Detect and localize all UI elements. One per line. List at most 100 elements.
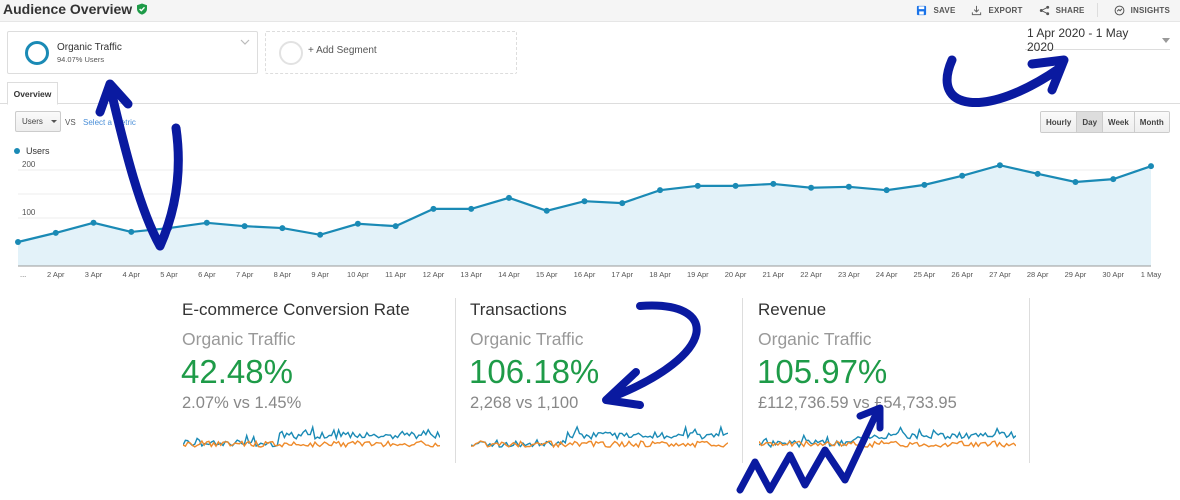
scorecard-sparkline xyxy=(183,424,440,449)
select-compare-metric-link[interactable]: Select a metric xyxy=(83,118,136,127)
scorecard-change: 42.48% xyxy=(181,353,293,390)
add-segment-button[interactable]: + Add Segment xyxy=(265,31,517,74)
x-tick-label: 26 Apr xyxy=(951,270,973,279)
chevron-down-icon[interactable] xyxy=(240,37,250,47)
scorecards: E-commerce Conversion Rate Organic Traff… xyxy=(150,283,1035,465)
y-tick-label: 100 xyxy=(22,208,36,217)
data-point xyxy=(128,228,135,235)
data-point xyxy=(959,172,966,179)
actions-divider xyxy=(1096,3,1098,17)
data-point xyxy=(732,182,739,189)
data-point xyxy=(996,162,1003,169)
export-button[interactable]: EXPORT xyxy=(971,5,1022,16)
x-tick-label: 21 Apr xyxy=(762,270,784,279)
date-range-picker[interactable]: 1 Apr 2020 - 1 May 2020 xyxy=(1025,26,1170,54)
data-point xyxy=(543,207,550,214)
scorecard-comparison: £112,736.59 vs £54,733.95 xyxy=(758,394,957,412)
export-label: EXPORT xyxy=(988,5,1023,15)
data-point xyxy=(505,194,512,201)
x-tick-label: 27 Apr xyxy=(989,270,1011,279)
x-tick-label: 6 Apr xyxy=(198,270,216,279)
data-point xyxy=(770,180,777,187)
x-tick-label: 8 Apr xyxy=(274,270,292,279)
segment-name: Organic Traffic xyxy=(57,42,122,53)
data-point xyxy=(354,220,361,227)
data-point xyxy=(317,231,324,238)
share-button[interactable]: SHARE xyxy=(1039,5,1085,16)
data-point xyxy=(1072,179,1079,185)
scorecard-segment: Organic Traffic xyxy=(182,329,296,349)
share-icon xyxy=(1039,5,1049,15)
data-point xyxy=(1148,163,1154,170)
tab-overview[interactable]: Overview xyxy=(7,82,58,105)
metric-select[interactable]: Users xyxy=(15,111,61,132)
x-tick-label: 13 Apr xyxy=(460,270,482,279)
data-point xyxy=(279,225,286,232)
granularity-day-button[interactable]: Day xyxy=(1076,112,1103,132)
x-tick-label: 4 Apr xyxy=(123,270,141,279)
data-point xyxy=(166,225,173,232)
scorecard-conversion-rate[interactable]: E-commerce Conversion Rate Organic Traff… xyxy=(150,283,445,465)
granularity-month-button[interactable]: Month xyxy=(1133,112,1169,132)
scorecard-comparison: 2,268 vs 1,100 xyxy=(470,394,579,412)
data-point xyxy=(468,205,475,212)
scorecard-revenue[interactable]: Revenue Organic Traffic 105.97% £112,736… xyxy=(726,283,1021,465)
verified-shield-icon xyxy=(137,3,148,15)
x-tick-label: 16 Apr xyxy=(574,270,596,279)
data-point xyxy=(241,223,248,230)
granularity-hourly-button[interactable]: Hourly xyxy=(1041,112,1077,132)
insights-button[interactable]: INSIGHTS xyxy=(1114,5,1170,16)
add-segment-label: + Add Segment xyxy=(308,45,377,56)
scorecard-segment: Organic Traffic xyxy=(758,329,872,349)
empty-segment-ring-icon xyxy=(279,41,303,65)
save-button[interactable]: SAVE xyxy=(916,5,955,16)
scorecard-segment: Organic Traffic xyxy=(470,329,584,349)
segment-ring-icon xyxy=(25,41,49,65)
date-range-text: 1 Apr 2020 - 1 May 2020 xyxy=(1027,26,1129,54)
scorecard-change: 105.97% xyxy=(757,353,888,390)
legend-dot-icon xyxy=(14,148,20,154)
scorecard-sparkline xyxy=(759,426,1016,449)
x-tick-label: 25 Apr xyxy=(914,270,936,279)
granularity-week-button[interactable]: Week xyxy=(1102,112,1134,132)
data-point xyxy=(52,229,59,236)
x-tick-label: 23 Apr xyxy=(838,270,860,279)
y-tick-label: 200 xyxy=(22,160,36,169)
x-tick-label: 19 Apr xyxy=(687,270,709,279)
scorecard-title: Revenue xyxy=(758,300,827,319)
x-tick-label: 18 Apr xyxy=(649,270,671,279)
data-point xyxy=(203,219,210,226)
x-tick-label: ... xyxy=(20,270,26,279)
page-title-text: Audience Overview xyxy=(3,1,133,17)
x-tick-label: 20 Apr xyxy=(725,270,747,279)
x-tick-label: 30 Apr xyxy=(1102,270,1124,279)
data-point xyxy=(694,182,701,189)
data-point xyxy=(581,198,588,205)
scorecard-divider xyxy=(1029,298,1030,463)
scorecard-comparison: 2.07% vs 1.45% xyxy=(182,394,302,412)
x-tick-label: 15 Apr xyxy=(536,270,558,279)
dropdown-caret-icon xyxy=(50,120,57,123)
scorecard-change: 106.18% xyxy=(469,353,600,390)
scorecard-sparkline xyxy=(471,424,728,449)
x-tick-label: 29 Apr xyxy=(1065,270,1087,279)
data-point xyxy=(430,205,437,212)
dropdown-caret-icon xyxy=(1162,37,1170,43)
data-point xyxy=(921,181,928,188)
scorecard-title: Transactions xyxy=(470,300,567,319)
data-point xyxy=(845,183,852,190)
x-tick-label: 22 Apr xyxy=(800,270,822,279)
x-tick-label: 2 Apr xyxy=(47,270,65,279)
scorecard-transactions[interactable]: Transactions Organic Traffic 106.18% 2,2… xyxy=(438,283,733,465)
segment-organic-traffic[interactable]: Organic Traffic 94.07% Users xyxy=(7,31,258,74)
x-tick-label: 12 Apr xyxy=(423,270,445,279)
metric-select-value: Users xyxy=(22,117,43,126)
save-label: SAVE xyxy=(933,5,956,15)
data-point xyxy=(90,219,97,226)
insights-label: INSIGHTS xyxy=(1130,5,1170,15)
x-tick-label: 3 Apr xyxy=(85,270,103,279)
x-tick-label: 10 Apr xyxy=(347,270,369,279)
x-tick-label: 5 Apr xyxy=(160,270,178,279)
x-tick-label: 14 Apr xyxy=(498,270,520,279)
data-point xyxy=(1110,176,1117,183)
